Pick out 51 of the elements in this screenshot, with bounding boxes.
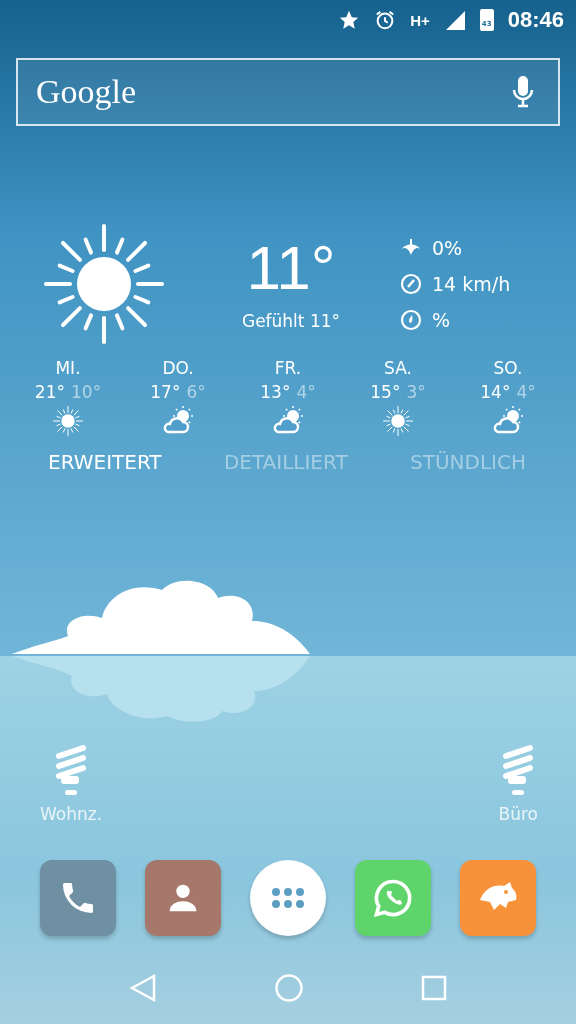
phone-app-button[interactable]	[40, 860, 116, 936]
app-grid-icon	[270, 886, 306, 910]
high-temperature: 13°	[260, 382, 291, 402]
temperature: 11°	[246, 237, 336, 299]
microphone-icon[interactable]	[512, 75, 534, 109]
low-temperature: 3°	[406, 382, 426, 402]
low-temperature: 4°	[296, 382, 316, 402]
sun-cloud-icon	[272, 406, 304, 434]
high-temperature: 15°	[370, 382, 401, 402]
apps-app-button[interactable]	[250, 860, 326, 936]
feels-like-text: Gefühlt 11°	[241, 311, 341, 331]
network-type: H+	[410, 11, 430, 29]
low-temperature: 4°	[516, 382, 536, 402]
home-button[interactable]	[274, 973, 304, 1003]
forecast-tab[interactable]: STÜNDLICH	[410, 450, 526, 474]
recents-icon	[421, 975, 448, 1001]
light-shortcut[interactable]: Wohnz.	[40, 742, 103, 824]
day-label: DO.	[162, 358, 194, 378]
contacts-app-button[interactable]	[145, 860, 221, 936]
chat-app-button[interactable]	[355, 860, 431, 936]
day-label: SA.	[384, 358, 412, 378]
weather-detail-value: %	[432, 309, 451, 331]
recents-button[interactable]	[421, 975, 448, 1001]
drop-icon	[400, 309, 422, 331]
day-label: MI.	[55, 358, 81, 378]
alarm-clock-icon	[374, 9, 397, 31]
home-icon	[274, 973, 304, 1003]
sun-icon	[44, 224, 164, 344]
sun-cloud-icon	[492, 406, 524, 434]
sun-icon	[383, 406, 413, 436]
low-temperature: 6°	[186, 382, 206, 402]
high-temperature: 14°	[480, 382, 511, 402]
google-logo: Google	[36, 73, 137, 111]
low-temperature: 10°	[71, 382, 102, 402]
search-bar[interactable]: Google	[16, 58, 560, 126]
weather-detail-value: 0%	[432, 237, 463, 259]
back-button[interactable]	[128, 973, 157, 1003]
weather-detail-value: 14 km/h	[432, 273, 511, 295]
forecast-tab[interactable]: DETAILLIERT	[223, 450, 348, 474]
gauge-icon	[400, 273, 422, 295]
light-shortcut[interactable]: Büro	[498, 742, 538, 824]
clock-time: 08:46	[507, 7, 564, 33]
forecast-tab[interactable]: ERWEITERT	[48, 450, 162, 474]
high-temperature: 21°	[34, 382, 65, 402]
day-label: FR.	[274, 358, 302, 378]
back-icon	[128, 973, 157, 1003]
day-label: SO.	[493, 358, 523, 378]
sun-icon	[53, 406, 83, 436]
panther-app-button[interactable]	[460, 860, 536, 936]
high-temperature: 17°	[150, 382, 181, 402]
sun-cloud-icon	[162, 406, 194, 434]
